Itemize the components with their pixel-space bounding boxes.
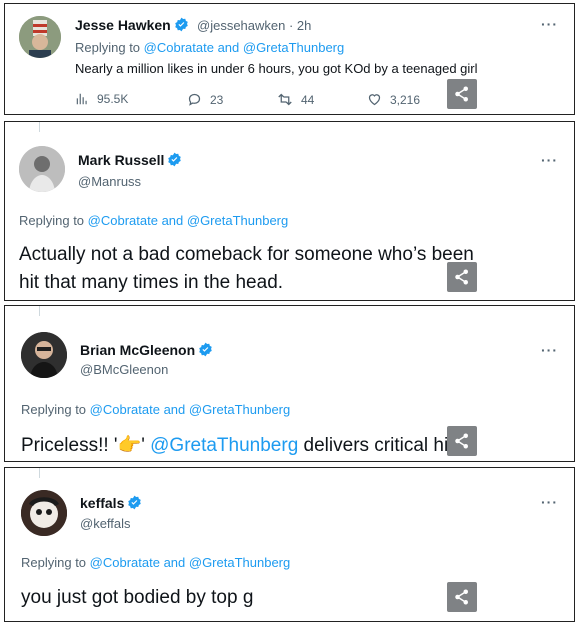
share-icon [455, 433, 468, 449]
avatar[interactable] [21, 332, 67, 378]
avatar[interactable] [21, 490, 67, 536]
tweet-card-brian-mcgleenon[interactable]: Brian McGleenon @BMcGleenon ··· Replying… [4, 305, 575, 462]
author-handle[interactable]: @Manruss [78, 174, 141, 189]
replying-to: Replying to @Cobratate and @GretaThunber… [21, 402, 291, 417]
share-button[interactable] [447, 426, 477, 456]
tweet-card-jesse-hawken[interactable]: Jesse Hawken @jessehawken · 2h ··· Reply… [4, 3, 575, 115]
views-stat[interactable]: 95.5K [75, 92, 128, 106]
verified-badge-icon [167, 152, 182, 170]
verified-badge-icon [198, 342, 213, 360]
replying-to-link[interactable]: @Cobratate and @GretaThunberg [144, 40, 345, 55]
pointing-hand-emoji: 👉 [117, 435, 142, 456]
tweet-text: you just got bodied by top g [21, 587, 254, 608]
avatar[interactable] [19, 16, 61, 58]
author-name[interactable]: keffals [80, 495, 142, 513]
thread-line [39, 468, 40, 478]
replying-to-link[interactable]: @Cobratate and @GretaThunberg [88, 213, 289, 228]
replying-to-link[interactable]: @Cobratate and @GretaThunberg [90, 555, 291, 570]
author-handle[interactable]: @BMcGleenon [80, 362, 168, 377]
replying-to: Replying to @Cobratate and @GretaThunber… [19, 213, 289, 228]
retweet-stat[interactable]: 44 [277, 92, 314, 107]
tweet-text-line-1: Actually not a bad comeback for someone … [19, 244, 474, 265]
replying-to: Replying to @Cobratate and @GretaThunber… [21, 555, 291, 570]
tweet-card-mark-russell[interactable]: Mark Russell @Manruss ··· Replying to @C… [4, 121, 575, 301]
share-button[interactable] [447, 262, 477, 292]
author-name[interactable]: Brian McGleenon [80, 342, 213, 360]
replying-to: Replying to @Cobratate and @GretaThunber… [75, 40, 345, 55]
more-icon[interactable]: ··· [541, 16, 558, 32]
like-stat[interactable]: 3,216 [367, 92, 420, 107]
share-icon [455, 269, 468, 285]
more-icon[interactable]: ··· [541, 494, 558, 510]
replying-to-link[interactable]: @Cobratate and @GretaThunberg [90, 402, 291, 417]
more-icon[interactable]: ··· [541, 342, 558, 358]
verified-badge-icon [127, 495, 142, 513]
reply-icon [188, 93, 201, 106]
mention-link[interactable]: @GretaThunberg [150, 435, 298, 456]
tweet-text-line-2: hit that many times in the head. [19, 272, 284, 293]
tweet-text: Priceless!! '👉' @GretaThunberg delivers … [21, 435, 454, 456]
author-name[interactable]: Mark Russell [78, 152, 182, 170]
thread-line [39, 306, 40, 316]
author-handle[interactable]: @jessehawken · 2h [197, 18, 311, 33]
share-icon [455, 86, 468, 102]
thread-line [39, 122, 40, 132]
verified-badge-icon [174, 17, 189, 35]
like-icon [368, 94, 381, 106]
tweet-text: Nearly a million likes in under 6 hours,… [75, 61, 478, 76]
author-handle[interactable]: @keffals [80, 516, 131, 531]
author-name[interactable]: Jesse Hawken [75, 17, 189, 35]
views-icon [76, 93, 87, 105]
more-icon[interactable]: ··· [541, 152, 558, 168]
tweet-card-keffals[interactable]: keffals @keffals ··· Replying to @Cobrat… [4, 467, 575, 622]
avatar[interactable] [19, 146, 65, 192]
share-icon [455, 589, 468, 605]
retweet-icon [278, 93, 292, 106]
share-button[interactable] [447, 79, 477, 109]
share-button[interactable] [447, 582, 477, 612]
reply-stat[interactable]: 23 [187, 92, 223, 107]
